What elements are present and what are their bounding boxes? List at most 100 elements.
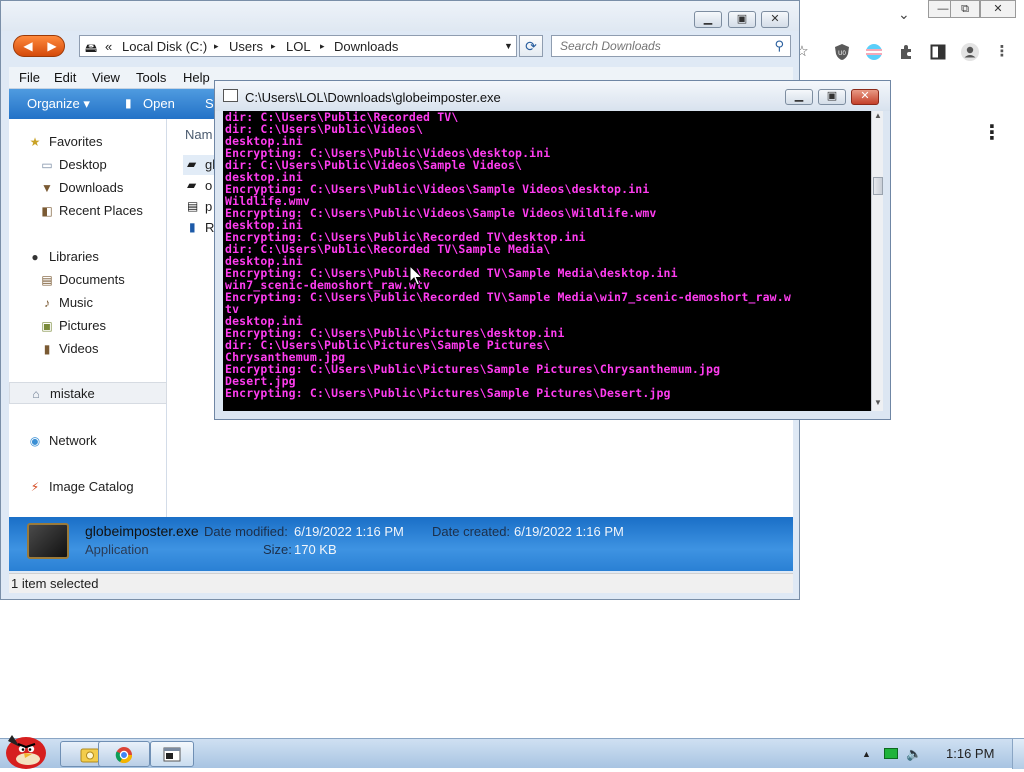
console-window: C:\Users\LOL\Downloads\globeimposter.exe… — [214, 80, 891, 420]
breadcrumb-separator[interactable]: ▸ — [271, 41, 276, 52]
explorer-maximize-button[interactable]: ▣ — [728, 11, 756, 28]
clock[interactable]: 1:16 PM — [946, 746, 994, 761]
start-button-angry-bird-icon[interactable] — [2, 731, 50, 769]
show-hidden-icons-button[interactable]: ▲ — [862, 749, 871, 759]
nav-image-catalog-label: Image Catalog — [49, 479, 134, 494]
breadcrumb-local-disk[interactable]: Local Disk (C:) — [122, 39, 207, 54]
date-modified-value: 6/19/2022 1:16 PM — [294, 524, 404, 539]
breadcrumb-downloads[interactable]: Downloads — [334, 39, 398, 54]
forward-button[interactable]: ▶ — [41, 38, 63, 54]
svg-text:U0: U0 — [838, 51, 846, 57]
nav-network[interactable]: ◉ Network — [9, 430, 167, 452]
breadcrumb-lol[interactable]: LOL — [286, 39, 311, 54]
breadcrumb-separator[interactable]: ▸ — [320, 41, 325, 52]
scroll-down-arrow[interactable]: ▼ — [874, 398, 882, 407]
show-desktop-button[interactable] — [1012, 739, 1024, 769]
details-file-type: Application — [85, 542, 149, 557]
file-name[interactable]: R — [205, 220, 214, 235]
menu-edit[interactable]: Edit — [54, 70, 76, 85]
app-file-icon: ▮ — [189, 220, 196, 234]
date-created-value: 6/19/2022 1:16 PM — [514, 524, 624, 539]
nav-mistake[interactable]: ⌂ mistake — [9, 382, 167, 404]
nav-music[interactable]: ♪ Music — [9, 292, 167, 314]
pictures-icon: ▣ — [41, 319, 53, 333]
console-maximize-button[interactable]: ▣ — [818, 89, 846, 105]
search-icon[interactable]: ⚲ — [774, 38, 784, 54]
console-output[interactable]: dir: C:\Users\Public\Recorded TV\ dir: C… — [223, 111, 871, 411]
menu-tools[interactable]: Tools — [136, 70, 166, 85]
size-value: 170 KB — [294, 542, 337, 557]
size-label: Size: — [263, 542, 292, 557]
nav-libraries-label: Libraries — [49, 249, 99, 264]
nav-favorites[interactable]: ★ Favorites — [9, 131, 167, 153]
nav-mistake-label: mistake — [50, 386, 95, 401]
search-input[interactable] — [560, 39, 760, 53]
address-bar[interactable]: 🖴 « Local Disk (C:) ▸ Users ▸ LOL ▸ Down… — [79, 35, 517, 57]
menu-help[interactable]: Help — [183, 70, 210, 85]
volume-icon[interactable]: 🔈 — [906, 746, 922, 762]
explorer-minimize-button[interactable]: ▁ — [694, 11, 722, 28]
scroll-thumb[interactable] — [873, 177, 883, 195]
drive-icon: 🖴 — [85, 41, 98, 55]
desktop-icon: ▭ — [41, 158, 53, 172]
console-close-button[interactable]: ✕ — [851, 89, 879, 105]
nav-desktop[interactable]: ▭ Desktop — [9, 154, 167, 176]
console-line: Encrypting: C:\Users\Public\Recorded TV\… — [225, 290, 791, 304]
music-icon: ♪ — [44, 296, 50, 310]
file-name[interactable]: p — [205, 199, 212, 214]
file-name[interactable]: o — [205, 178, 212, 193]
extensions-icon[interactable] — [894, 40, 918, 64]
organize-button[interactable]: Organize ▾ — [27, 96, 90, 112]
browser-menu-icon[interactable]: ⋮ — [990, 40, 1014, 64]
browser-close-button[interactable]: ✕ — [980, 0, 1016, 18]
back-button[interactable]: ◀ — [17, 38, 39, 54]
sidepanel-icon[interactable] — [926, 40, 950, 64]
breadcrumb-overflow[interactable]: « — [105, 39, 112, 54]
explorer-close-button[interactable]: ✕ — [761, 11, 789, 28]
network-tray-icon[interactable] — [884, 748, 898, 759]
back-forward-buttons: ◀ ▶ — [13, 35, 65, 57]
nav-libraries[interactable]: ● Libraries — [9, 246, 167, 268]
share-button[interactable]: S — [205, 96, 214, 111]
console-scrollbar[interactable]: ▲ ▼ — [871, 111, 883, 411]
menu-view[interactable]: View — [92, 70, 120, 85]
ublock-icon[interactable]: U0 — [830, 40, 854, 64]
exe-file-icon: ▰ — [187, 157, 197, 171]
taskbar-console-button[interactable] — [150, 741, 194, 767]
nav-videos[interactable]: ▮ Videos — [9, 338, 167, 360]
nav-downloads[interactable]: ▼ Downloads — [9, 177, 167, 199]
profile-icon[interactable] — [958, 40, 982, 64]
nav-documents-label: Documents — [59, 272, 125, 287]
nav-pictures-label: Pictures — [59, 318, 106, 333]
refresh-button[interactable]: ⟳ — [519, 35, 543, 57]
taskbar: ▲ 🔈 1:16 PM — [0, 735, 1024, 769]
mouse-cursor — [409, 265, 423, 286]
open-button[interactable]: Open — [143, 96, 175, 111]
scroll-up-arrow[interactable]: ▲ — [874, 111, 882, 120]
nav-desktop-label: Desktop — [59, 157, 107, 172]
browser-restore-button[interactable]: ⧉ — [950, 0, 980, 18]
flag-icon[interactable] — [862, 40, 886, 64]
console-minimize-button[interactable]: ▁ — [785, 89, 813, 105]
breadcrumb-separator[interactable]: ▸ — [214, 41, 219, 52]
tab-search-chevron-icon[interactable]: ⌄ — [898, 6, 910, 23]
details-pane: globeimposter.exe Application Date modif… — [9, 517, 793, 571]
page-menu-icon[interactable]: ⋮ — [982, 120, 1002, 145]
star-icon: ★ — [29, 135, 41, 149]
name-column-header[interactable]: Nam — [185, 127, 212, 142]
status-bar: 1 item selected — [9, 573, 793, 593]
taskbar-chrome-button[interactable] — [98, 741, 150, 767]
address-dropdown-icon[interactable]: ▼ — [504, 41, 513, 51]
breadcrumb-users[interactable]: Users — [229, 39, 263, 54]
nav-recent-places[interactable]: ◧ Recent Places — [9, 200, 167, 222]
nav-pictures[interactable]: ▣ Pictures — [9, 315, 167, 337]
explorer-titlebar[interactable] — [1, 1, 799, 31]
documents-icon: ▤ — [41, 273, 53, 287]
nav-image-catalog[interactable]: ⚡ Image Catalog — [9, 476, 167, 498]
recent-places-icon: ◧ — [41, 204, 53, 218]
nav-documents[interactable]: ▤ Documents — [9, 269, 167, 291]
nav-downloads-label: Downloads — [59, 180, 124, 195]
menu-file[interactable]: File — [19, 70, 40, 85]
app-large-icon — [27, 523, 69, 559]
search-box[interactable]: ⚲ — [551, 35, 791, 57]
